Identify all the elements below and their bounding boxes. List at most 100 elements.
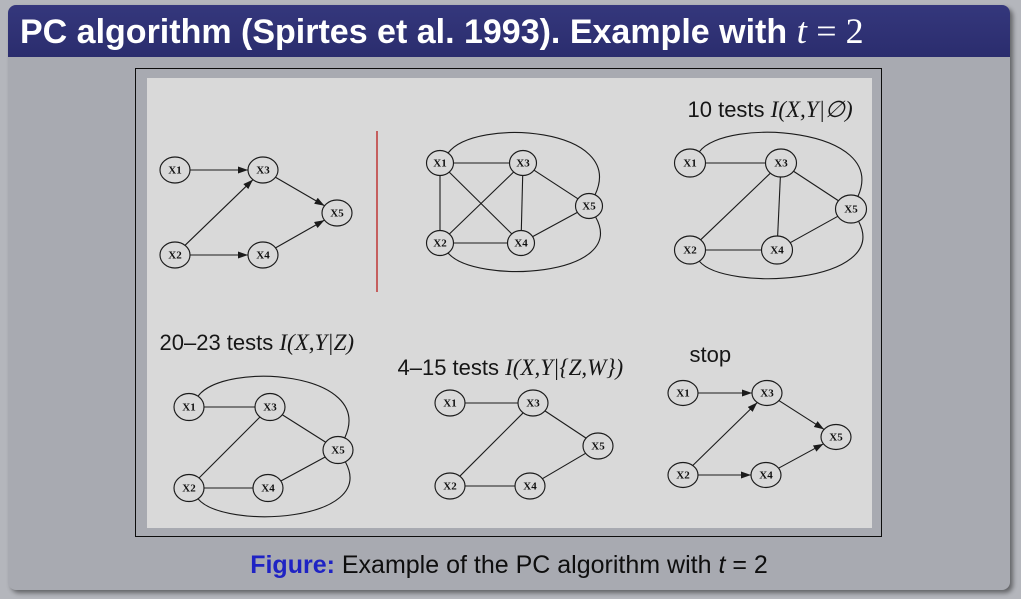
directed-edge (778, 399, 824, 430)
title-math-value: = 2 (816, 11, 864, 51)
graph-panel-1: X1 X2 X3 X4 X5 (158, 155, 353, 269)
caption-math-value: = 2 (732, 551, 768, 579)
slide-title-text: PC algorithm (Spirtes et al. 1993). Exam… (20, 13, 788, 51)
slide-title: PC algorithm (Spirtes et al. 1993). Exam… (20, 5, 864, 57)
node-label: X5 (591, 440, 605, 452)
node-label: X3 (526, 397, 540, 409)
undirected-edge (699, 172, 771, 240)
caption-text: Example of the PC algorithm with (341, 551, 712, 579)
graph-node-x1: X1 (425, 149, 454, 176)
graph-node-x5: X5 (321, 435, 354, 464)
panel-5-label: 4–15 tests I(X,Y|{Z,W}) (398, 355, 624, 381)
node-label: X2 (443, 480, 457, 492)
graph-panel-4: X1 X2 X3 X4 X5 (172, 375, 354, 517)
directed-edge (184, 178, 253, 246)
graph-node-x4: X4 (246, 240, 279, 269)
undirected-edge (533, 169, 578, 199)
panel-4-label: 20–23 tests I(X,Y|Z) (160, 330, 355, 356)
graph-node-x4: X4 (513, 471, 546, 500)
undirected-edge (776, 176, 781, 236)
panel-5-test-formula: I(X,Y|{Z,W}) (505, 354, 624, 380)
directed-edge (777, 442, 824, 469)
node-label: X1 (182, 401, 195, 413)
undirected-edge (531, 211, 578, 237)
graph-node-x1: X1 (172, 392, 205, 421)
panel-3-test-count: 10 tests (687, 96, 765, 122)
graph-node-x3: X3 (750, 379, 783, 406)
graph-panel-6: X1 X2 X3 X4 X5 (666, 379, 852, 488)
graph-node-x5: X5 (819, 423, 852, 450)
graph-node-x1: X1 (673, 147, 706, 178)
graph-node-x2: X2 (433, 471, 466, 500)
node-label: X4 (523, 480, 537, 492)
panel-4-test-formula: I(X,Y|Z) (279, 329, 355, 355)
node-label: X3 (516, 157, 530, 169)
node-label: X1 (433, 157, 446, 169)
node-label: X2 (683, 244, 697, 256)
node-label: X1 (676, 387, 689, 399)
undirected-edge (198, 416, 260, 478)
node-label: X4 (261, 482, 275, 494)
graph-node-x5: X5 (574, 192, 603, 219)
graph-node-x5: X5 (834, 193, 867, 224)
slide: PC algorithm (Spirtes et al. 1993). Exam… (8, 5, 1010, 590)
undirected-edge (789, 215, 838, 243)
graph-node-x4: X4 (749, 461, 782, 488)
node-label: X2 (168, 249, 182, 261)
undirected-edge (281, 413, 326, 443)
node-label: X3 (263, 401, 277, 413)
undirected-edge (544, 409, 586, 439)
node-label: X3 (256, 164, 270, 176)
directed-edge (274, 219, 325, 248)
panel-6-stop-text: stop (689, 341, 732, 367)
node-label: X5 (331, 444, 345, 456)
graph-node-x5: X5 (581, 431, 614, 460)
node-label: X4 (514, 237, 528, 249)
undirected-edge (520, 174, 523, 231)
node-label: X5 (330, 207, 344, 219)
graph-node-x1: X1 (158, 155, 191, 184)
graph-node-x2: X2 (425, 229, 454, 256)
title-math-variable: t (796, 11, 807, 52)
panel-3-test-formula: I(X,Y|∅) (770, 96, 853, 122)
directed-edge (274, 176, 325, 206)
graph-edges (184, 166, 325, 258)
undirected-edge (458, 411, 524, 477)
graph-edges (691, 389, 824, 478)
graph-node-x2: X2 (673, 234, 706, 265)
node-label: X2 (433, 237, 447, 249)
node-label: X2 (182, 482, 196, 494)
undirected-edge (541, 452, 586, 479)
graph-node-x3: X3 (246, 155, 279, 184)
graph-node-x4: X4 (251, 473, 284, 502)
node-label: X1 (683, 157, 696, 169)
graph-panel-2: X1 X2 X3 X4 X5 (425, 131, 603, 272)
figure-frame: X1 X2 X3 X4 X5 X1 X2 X3 X4 X5 X1 X2 X3 X4 X5 X1 X2 X3 X4 X5… (135, 68, 882, 537)
page: PC algorithm (Spirtes et al. 1993). Exam… (0, 0, 1021, 599)
graph-node-x1: X1 (433, 388, 466, 417)
node-label: X5 (844, 203, 858, 215)
pc-algorithm-graphs: X1 X2 X3 X4 X5 X1 X2 X3 X4 X5 X1 X2 X3 X4 X5 X1 X2 X3 X4 X5… (158, 130, 867, 517)
caption-math-variable: t (718, 551, 726, 579)
graph-node-x3: X3 (516, 388, 549, 417)
graph-node-x3: X3 (764, 147, 797, 178)
panel-5-test-count: 4–15 tests (397, 354, 500, 380)
graph-node-x3: X3 (253, 392, 286, 421)
node-label: X1 (168, 164, 181, 176)
directed-edge (691, 401, 758, 466)
graph-panel-3: X1 X2 X3 X4 X5 (673, 131, 867, 279)
node-label: X3 (760, 387, 774, 399)
graph-panel-5: X1 X2 X3 X4 X5 (433, 388, 614, 500)
graph-node-x5: X5 (320, 198, 353, 227)
graph-node-x4: X4 (506, 229, 535, 256)
graph-node-x2: X2 (158, 240, 191, 269)
caption-prefix: Figure: (250, 551, 335, 579)
node-label: X1 (443, 397, 456, 409)
panel-6-label: stop (690, 342, 732, 368)
node-label: X4 (759, 469, 773, 481)
node-label: X5 (829, 431, 843, 443)
panel-3-label: 10 tests I(X,Y|∅) (688, 97, 853, 123)
figure-image: X1 X2 X3 X4 X5 X1 X2 X3 X4 X5 X1 X2 X3 X4 X5 X1 X2 X3 X4 X5… (146, 77, 872, 528)
panel-4-test-count: 20–23 tests (159, 329, 274, 355)
slide-title-bar: PC algorithm (Spirtes et al. 1993). Exam… (8, 5, 1010, 57)
